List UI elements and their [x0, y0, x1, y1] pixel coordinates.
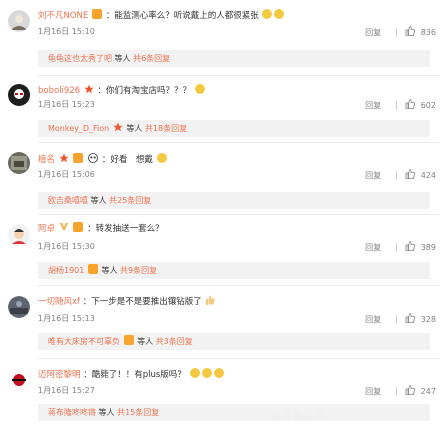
divider [395, 387, 397, 396]
member-badge-icon [91, 9, 102, 19]
emoji-icon [194, 84, 205, 94]
comment-text: ：酷毙了！！有plus版吗？ [83, 370, 186, 380]
comment-date: 1月16日 15:13 [38, 314, 95, 323]
username[interactable]: boboli926 [38, 86, 80, 96]
sub-reply-user[interactable]: 胡杨1901 [48, 266, 84, 275]
like-icon[interactable] [405, 241, 416, 254]
star-icon [113, 121, 123, 132]
emoji-icon [213, 368, 224, 378]
sub-reply-more: 等人 [137, 337, 154, 346]
sub-reply-user[interactable]: 蒋布隆咚咚锵 [48, 408, 96, 417]
like-icon[interactable] [405, 385, 416, 398]
username[interactable]: 一切随风xf [38, 297, 80, 307]
thumbs-up-emoji-icon [205, 295, 216, 305]
member-badge-icon [123, 334, 134, 345]
star-icon [59, 153, 69, 163]
avatar[interactable] [8, 10, 30, 32]
avatar[interactable] [8, 296, 30, 318]
divider [395, 171, 397, 180]
like-icon[interactable] [405, 169, 416, 182]
like-icon[interactable] [405, 99, 416, 112]
member-badge-icon [87, 263, 98, 274]
divider [38, 358, 440, 359]
username[interactable]: 刘不凡NONE [38, 11, 88, 21]
avatar[interactable] [8, 369, 30, 391]
like-count: 247 [420, 387, 436, 396]
sub-reply-more: 等人 [90, 196, 107, 205]
divider [38, 214, 440, 215]
sub-reply-more: 等人 [114, 54, 131, 63]
member-badge-icon [73, 222, 84, 232]
avatar[interactable] [8, 224, 30, 246]
username[interactable]: 植名 [38, 155, 55, 165]
username[interactable]: 迈阿密黎明 [38, 370, 81, 380]
like-count: 602 [420, 101, 436, 110]
avatar[interactable] [8, 84, 30, 106]
avatar[interactable] [8, 152, 30, 174]
sub-replies-bar[interactable]: 龟龟这也太秀了吧 等人 共6条回复 [38, 50, 430, 67]
sub-reply-more: 等人 [101, 266, 118, 275]
comment-date: 1月16日 15:06 [38, 170, 95, 179]
comment-text: ：你们有淘宝店吗？？？ [97, 86, 192, 96]
comment-text: ：能监测心率么？听说戴上的人都很紧张 [105, 11, 259, 21]
reply-button[interactable]: 回复 [365, 386, 381, 397]
sub-reply-user[interactable]: 唯有大床房不可辜负 [48, 337, 120, 346]
like-icon[interactable] [405, 313, 416, 326]
emoji-icon [189, 368, 200, 378]
divider [38, 142, 440, 143]
sub-reply-more: 等人 [126, 124, 143, 133]
emoji-icon [156, 153, 167, 163]
comment-date: 1月16日 15:23 [38, 100, 95, 109]
sub-replies-bar[interactable]: 欧吉桑嘻嘻 等人 共25条回复 [38, 192, 430, 209]
reply-button[interactable]: 回复 [365, 314, 381, 325]
star-icon [84, 84, 94, 94]
reply-button[interactable]: 回复 [365, 27, 381, 38]
sub-reply-count-link[interactable]: 共9条回复 [120, 266, 157, 275]
sub-replies-bar[interactable]: 唯有大床房不可辜负 等人 共3条回复 [38, 333, 430, 350]
sub-reply-more: 等人 [98, 408, 115, 417]
comment-text: ：转发抽送一套么？ [87, 224, 164, 234]
reply-button[interactable]: 回复 [365, 242, 381, 253]
reply-button[interactable]: 回复 [365, 170, 381, 181]
verified-icon [59, 222, 69, 232]
comment-date: 1月16日 15:30 [38, 242, 95, 251]
like-count: 836 [420, 28, 436, 37]
divider [395, 101, 397, 110]
divider [395, 28, 397, 37]
like-count: 389 [420, 243, 436, 252]
member-badge-icon [73, 153, 84, 163]
emoji-icon [201, 368, 212, 378]
like-icon[interactable] [405, 26, 416, 39]
sub-reply-count-link[interactable]: 共25条回复 [109, 196, 151, 205]
divider [38, 285, 440, 286]
watermark: @齐鲁壹点 [270, 408, 325, 421]
comment-text: ：好看 想戴 [101, 155, 153, 165]
emoji-icon [274, 9, 285, 19]
sub-replies-bar[interactable]: 蒋布隆咚咚锵 等人 共15条回复 [38, 404, 430, 421]
sub-reply-count-link[interactable]: 共18条回复 [145, 124, 187, 133]
sub-reply-user[interactable]: 欧吉桑嘻嘻 [48, 196, 88, 205]
divider [395, 243, 397, 252]
sub-reply-count-link[interactable]: 共15条回复 [117, 408, 159, 417]
sub-replies-bar[interactable]: Monkey_D_Fion 等人 共18条回复 [38, 120, 430, 137]
comment-date: 1月16日 15:27 [38, 386, 95, 395]
comment-date: 1月16日 15:10 [38, 27, 95, 36]
comment-text: ：下一步是不是要推出镶钻版了 [82, 297, 202, 307]
sub-reply-count-link[interactable]: 共6条回复 [133, 54, 170, 63]
divider [38, 75, 440, 76]
like-count: 424 [420, 171, 436, 180]
sub-replies-bar[interactable]: 胡杨1901 等人 共9条回复 [38, 262, 430, 279]
sub-reply-user[interactable]: 龟龟这也太秀了吧 [48, 54, 112, 63]
sub-reply-user[interactable]: Monkey_D_Fion [48, 124, 109, 133]
like-count: 328 [420, 315, 436, 324]
username[interactable]: 阿卓 [38, 224, 55, 234]
reply-button[interactable]: 回复 [365, 100, 381, 111]
panda-icon [88, 153, 99, 163]
divider [395, 315, 397, 324]
emoji-icon [262, 9, 273, 19]
sub-reply-count-link[interactable]: 共3条回复 [156, 337, 193, 346]
